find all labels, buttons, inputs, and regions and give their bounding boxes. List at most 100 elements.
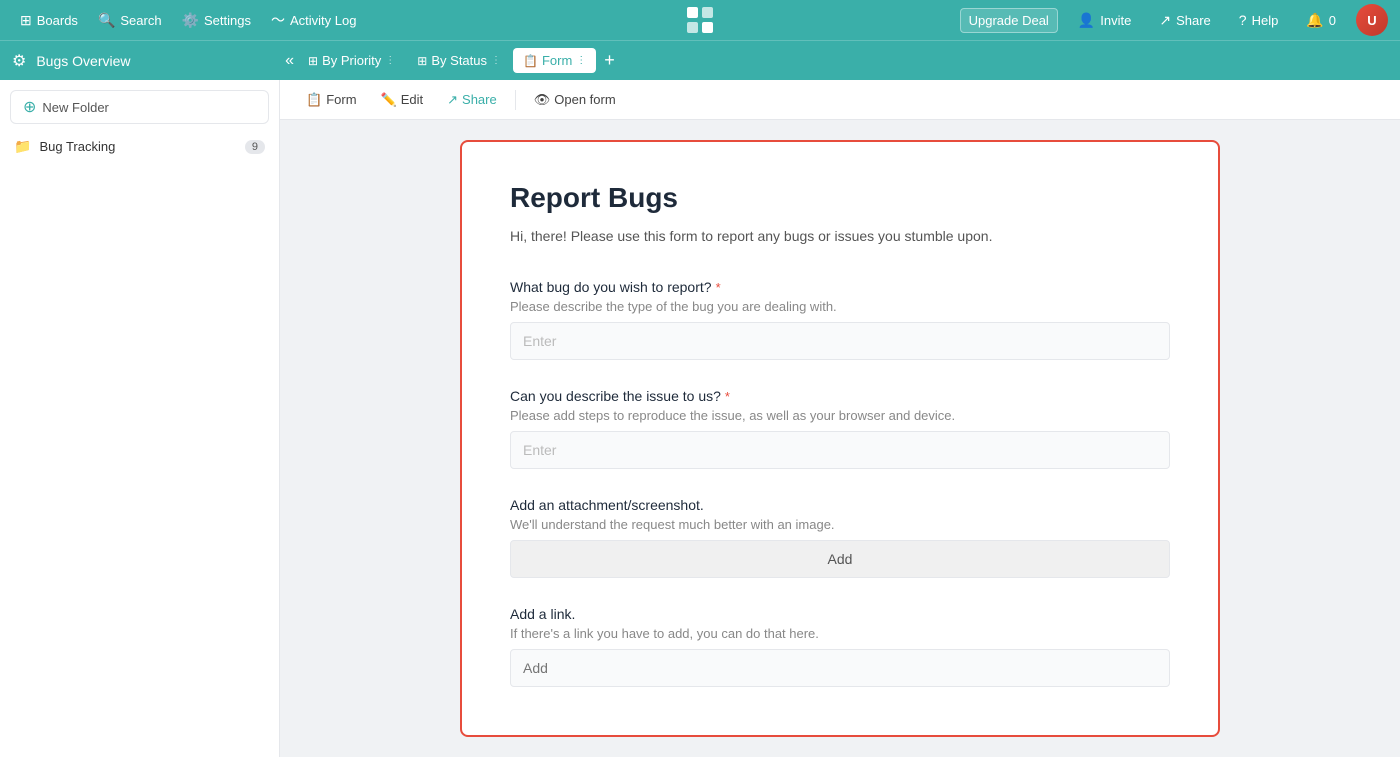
attachment-add-label: Add bbox=[828, 551, 853, 567]
required-star-1: * bbox=[716, 280, 721, 295]
edit-icon: ✏️ bbox=[381, 92, 397, 108]
form-card: Report Bugs Hi, there! Please use this f… bbox=[460, 140, 1220, 737]
boards-icon: ⊞ bbox=[20, 12, 32, 29]
top-nav-right: Upgrade Deal 👤 Invite ↗ Share ? Help 🔔 0… bbox=[960, 4, 1388, 36]
toolbar-open-form-label: Open form bbox=[554, 92, 615, 107]
by-status-label: By Status bbox=[431, 53, 487, 68]
field-attachment-label: Add an attachment/screenshot. bbox=[510, 497, 1170, 513]
notification-count: 0 bbox=[1329, 13, 1336, 28]
avatar-image: U bbox=[1356, 4, 1388, 36]
breadcrumb-title: Bugs Overview bbox=[36, 53, 275, 69]
new-folder-button[interactable]: ⊕ New Folder bbox=[10, 90, 269, 124]
bell-icon: 🔔 bbox=[1306, 12, 1323, 29]
by-status-more-icon: ⋮ bbox=[491, 55, 501, 66]
add-tab-label: + bbox=[604, 50, 615, 70]
breadcrumb-collapse-button[interactable]: « bbox=[281, 50, 298, 72]
plus-icon: ⊕ bbox=[23, 97, 36, 117]
notifications-button[interactable]: 🔔 0 bbox=[1298, 8, 1344, 33]
toolbar-share-label: Share bbox=[462, 92, 497, 107]
toolbar-divider bbox=[515, 90, 516, 110]
search-button[interactable]: 🔍 Search bbox=[90, 8, 170, 33]
field-describe-issue: Can you describe the issue to us? * Plea… bbox=[510, 388, 1170, 469]
field-link-label: Add a link. bbox=[510, 606, 1170, 622]
main-layout: ⊕ New Folder 📁 Bug Tracking 9 📋 Form ✏️ … bbox=[0, 80, 1400, 757]
folder-icon: 📁 bbox=[14, 138, 31, 155]
share-toolbar-icon: ↗ bbox=[447, 92, 458, 108]
avatar[interactable]: U bbox=[1356, 4, 1388, 36]
tab-by-status[interactable]: ⊞ By Status ⋮ bbox=[407, 48, 511, 73]
form-title: Report Bugs bbox=[510, 182, 1170, 214]
settings-button[interactable]: ⚙️ Settings bbox=[174, 8, 259, 33]
share-top-label: Share bbox=[1176, 13, 1211, 28]
sub-nav-tabs: ⊞ By Priority ⋮ ⊞ By Status ⋮ 📋 Form ⋮ + bbox=[298, 48, 1392, 73]
sidebar-item-bug-tracking[interactable]: 📁 Bug Tracking 9 bbox=[0, 132, 279, 161]
content-toolbar: 📋 Form ✏️ Edit ↗ Share 👁 Open form bbox=[280, 80, 1400, 120]
field-describe-label-text: Can you describe the issue to us? bbox=[510, 388, 721, 404]
tab-by-priority[interactable]: ⊞ By Priority ⋮ bbox=[298, 48, 405, 73]
content-area: 📋 Form ✏️ Edit ↗ Share 👁 Open form Repor… bbox=[280, 80, 1400, 757]
table-icon: ⊞ bbox=[308, 54, 318, 68]
field-link-input[interactable] bbox=[510, 649, 1170, 687]
form-scroll-area: Report Bugs Hi, there! Please use this f… bbox=[280, 120, 1400, 757]
share-button[interactable]: ↗ Share bbox=[1151, 8, 1218, 33]
toolbar-edit-button[interactable]: ✏️ Edit bbox=[371, 87, 434, 113]
sidebar-item-badge: 9 bbox=[245, 140, 265, 154]
invite-icon: 👤 bbox=[1078, 12, 1095, 29]
upgrade-deal-label: Upgrade Deal bbox=[969, 13, 1049, 28]
eye-icon: 👁 bbox=[534, 92, 551, 108]
by-priority-more-icon: ⋮ bbox=[385, 55, 395, 66]
field-describe-hint: Please add steps to reproduce the issue,… bbox=[510, 408, 1170, 423]
sub-nav-left: ⚙ Bugs Overview « bbox=[8, 47, 298, 75]
form-more-icon: ⋮ bbox=[576, 55, 586, 66]
field-describe-input[interactable] bbox=[510, 431, 1170, 469]
field-attachment-add-button[interactable]: Add bbox=[510, 540, 1170, 578]
field-attachment-label-text: Add an attachment/screenshot. bbox=[510, 497, 704, 513]
form-tab-label: Form bbox=[542, 53, 572, 68]
top-nav-left: ⊞ Boards 🔍 Search ⚙️ Settings 〜 Activity… bbox=[12, 6, 364, 34]
sidebar: ⊕ New Folder 📁 Bug Tracking 9 bbox=[0, 80, 280, 757]
logo bbox=[685, 5, 715, 35]
toolbar-edit-label: Edit bbox=[401, 92, 423, 107]
sidebar-item-label: Bug Tracking bbox=[39, 139, 115, 154]
invite-button[interactable]: 👤 Invite bbox=[1070, 8, 1140, 33]
search-icon: 🔍 bbox=[98, 12, 115, 29]
toolbar-form-button[interactable]: 📋 Form bbox=[296, 87, 367, 113]
logo-icon bbox=[685, 5, 715, 35]
help-label: Help bbox=[1252, 13, 1279, 28]
invite-label: Invite bbox=[1100, 13, 1131, 28]
form-tab-icon: 📋 bbox=[523, 54, 538, 68]
add-tab-button[interactable]: + bbox=[598, 48, 621, 73]
boards-label: Boards bbox=[37, 13, 78, 28]
field-link-label-text: Add a link. bbox=[510, 606, 575, 622]
tab-form[interactable]: 📋 Form ⋮ bbox=[513, 48, 596, 73]
view-settings-icon[interactable]: ⚙ bbox=[8, 47, 30, 75]
toolbar-share-button[interactable]: ↗ Share bbox=[437, 87, 507, 113]
field-describe-label: Can you describe the issue to us? * bbox=[510, 388, 1170, 404]
field-bug-label-text: What bug do you wish to report? bbox=[510, 279, 712, 295]
activity-log-button[interactable]: 〜 Activity Log bbox=[263, 6, 364, 34]
field-bug-label: What bug do you wish to report? * bbox=[510, 279, 1170, 295]
upgrade-deal-button[interactable]: Upgrade Deal bbox=[960, 8, 1058, 33]
boards-button[interactable]: ⊞ Boards bbox=[12, 8, 86, 33]
field-attachment-hint: We'll understand the request much better… bbox=[510, 517, 1170, 532]
form-subtitle: Hi, there! Please use this form to repor… bbox=[510, 226, 1170, 247]
activity-icon: 〜 bbox=[271, 10, 285, 30]
field-link: Add a link. If there's a link you have t… bbox=[510, 606, 1170, 687]
activity-log-label: Activity Log bbox=[290, 13, 356, 28]
toolbar-open-form-button[interactable]: 👁 Open form bbox=[524, 87, 626, 113]
search-label: Search bbox=[120, 13, 161, 28]
field-link-hint: If there's a link you have to add, you c… bbox=[510, 626, 1170, 641]
form-icon: 📋 bbox=[306, 92, 322, 108]
required-star-2: * bbox=[725, 389, 730, 404]
field-attachment: Add an attachment/screenshot. We'll unde… bbox=[510, 497, 1170, 578]
table2-icon: ⊞ bbox=[417, 54, 427, 68]
field-bug-hint: Please describe the type of the bug you … bbox=[510, 299, 1170, 314]
help-button[interactable]: ? Help bbox=[1231, 8, 1287, 32]
settings-label: Settings bbox=[204, 13, 251, 28]
new-folder-label: New Folder bbox=[42, 100, 108, 115]
field-bug-report: What bug do you wish to report? * Please… bbox=[510, 279, 1170, 360]
sub-nav: ⚙ Bugs Overview « ⊞ By Priority ⋮ ⊞ By S… bbox=[0, 40, 1400, 80]
settings-icon: ⚙️ bbox=[182, 12, 199, 29]
field-bug-input[interactable] bbox=[510, 322, 1170, 360]
help-icon: ? bbox=[1239, 12, 1247, 28]
